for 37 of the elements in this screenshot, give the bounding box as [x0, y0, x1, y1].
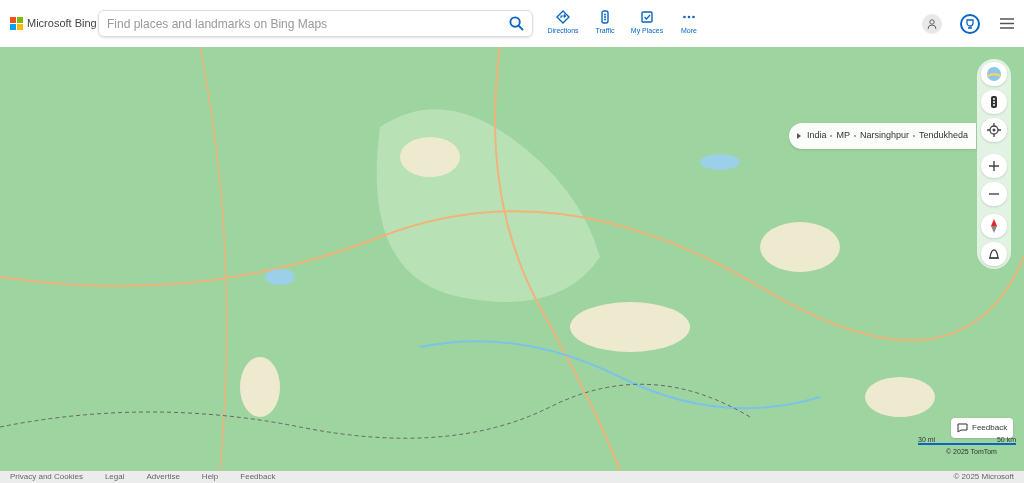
traffic-light-icon — [598, 10, 612, 25]
zoom-out-button[interactable] — [981, 182, 1007, 206]
footer-link[interactable]: Advertise — [146, 471, 180, 483]
minus-icon — [989, 193, 999, 195]
locate-button[interactable] — [981, 118, 1007, 142]
bell-icon — [986, 246, 1002, 262]
breadcrumb-link[interactable]: Narsinghpur — [859, 129, 909, 143]
chat-icon — [957, 423, 968, 433]
caret-icon[interactable] — [796, 133, 801, 139]
breadcrumb-link[interactable]: MP — [836, 129, 850, 143]
person-icon — [927, 18, 937, 29]
footer-link[interactable]: Privacy and Cookies — [10, 471, 83, 483]
footer-link[interactable]: Legal — [104, 471, 125, 483]
search-field[interactable]: Find places and landmarks on Bing Maps — [98, 10, 533, 37]
globe-icon — [986, 66, 1002, 82]
footer-link[interactable]: Help — [201, 471, 219, 483]
diamond-arrow-icon — [556, 10, 570, 25]
footer-link[interactable]: Feedback — [240, 471, 276, 483]
copyright-text: © 2025 Microsoft — [953, 471, 1014, 483]
traffic-button[interactable] — [981, 90, 1007, 114]
zoom-in-button[interactable] — [981, 154, 1007, 178]
checkbox-icon — [640, 10, 654, 25]
logo-text: Microsoft Bing — [27, 16, 97, 32]
feedback-button[interactable]: Feedback — [951, 418, 1014, 438]
search-input[interactable]: Find places and landmarks on Bing Maps — [107, 14, 509, 33]
breadcrumb-link[interactable]: Tendukheda — [918, 129, 968, 143]
bird-button[interactable] — [981, 242, 1007, 266]
account-button[interactable] — [922, 13, 942, 34]
compass-button[interactable] — [981, 214, 1007, 238]
plus-icon — [989, 161, 999, 171]
trophy-icon — [965, 18, 975, 29]
menu-icon[interactable] — [1000, 18, 1014, 29]
locate-icon — [986, 122, 1002, 138]
logo-icon — [10, 17, 23, 30]
search-icon[interactable] — [509, 16, 524, 31]
rewards-button[interactable] — [960, 13, 980, 34]
breadcrumb-link[interactable]: India — [806, 129, 827, 143]
